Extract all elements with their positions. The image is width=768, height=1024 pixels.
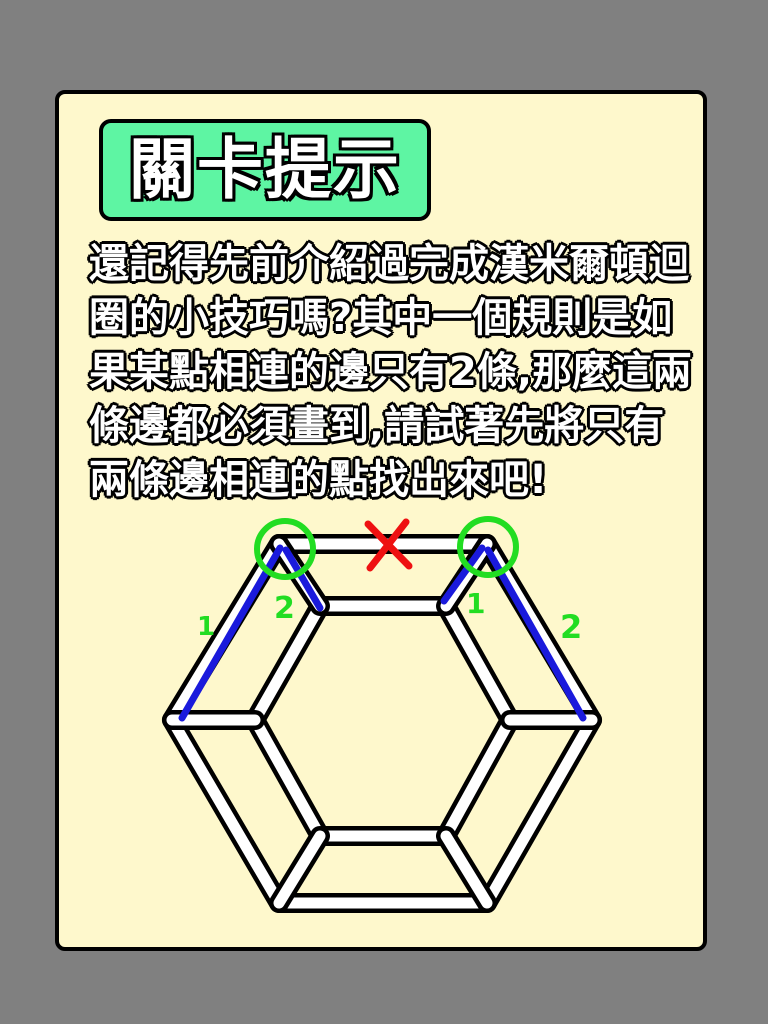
title-badge: 關卡提示 xyxy=(99,119,431,221)
hint-text: 還記得先前介紹過完成漢米爾頓迴圈的小技巧嗎?其中一個規則是如果某點相連的邊只有2… xyxy=(89,241,693,503)
page-title: 關卡提示 xyxy=(128,131,401,208)
hint-card: 關卡提示 還記得先前介紹過完成漢米爾頓迴圈的小技巧嗎?其中一個規則是如果某點相連… xyxy=(55,90,707,951)
